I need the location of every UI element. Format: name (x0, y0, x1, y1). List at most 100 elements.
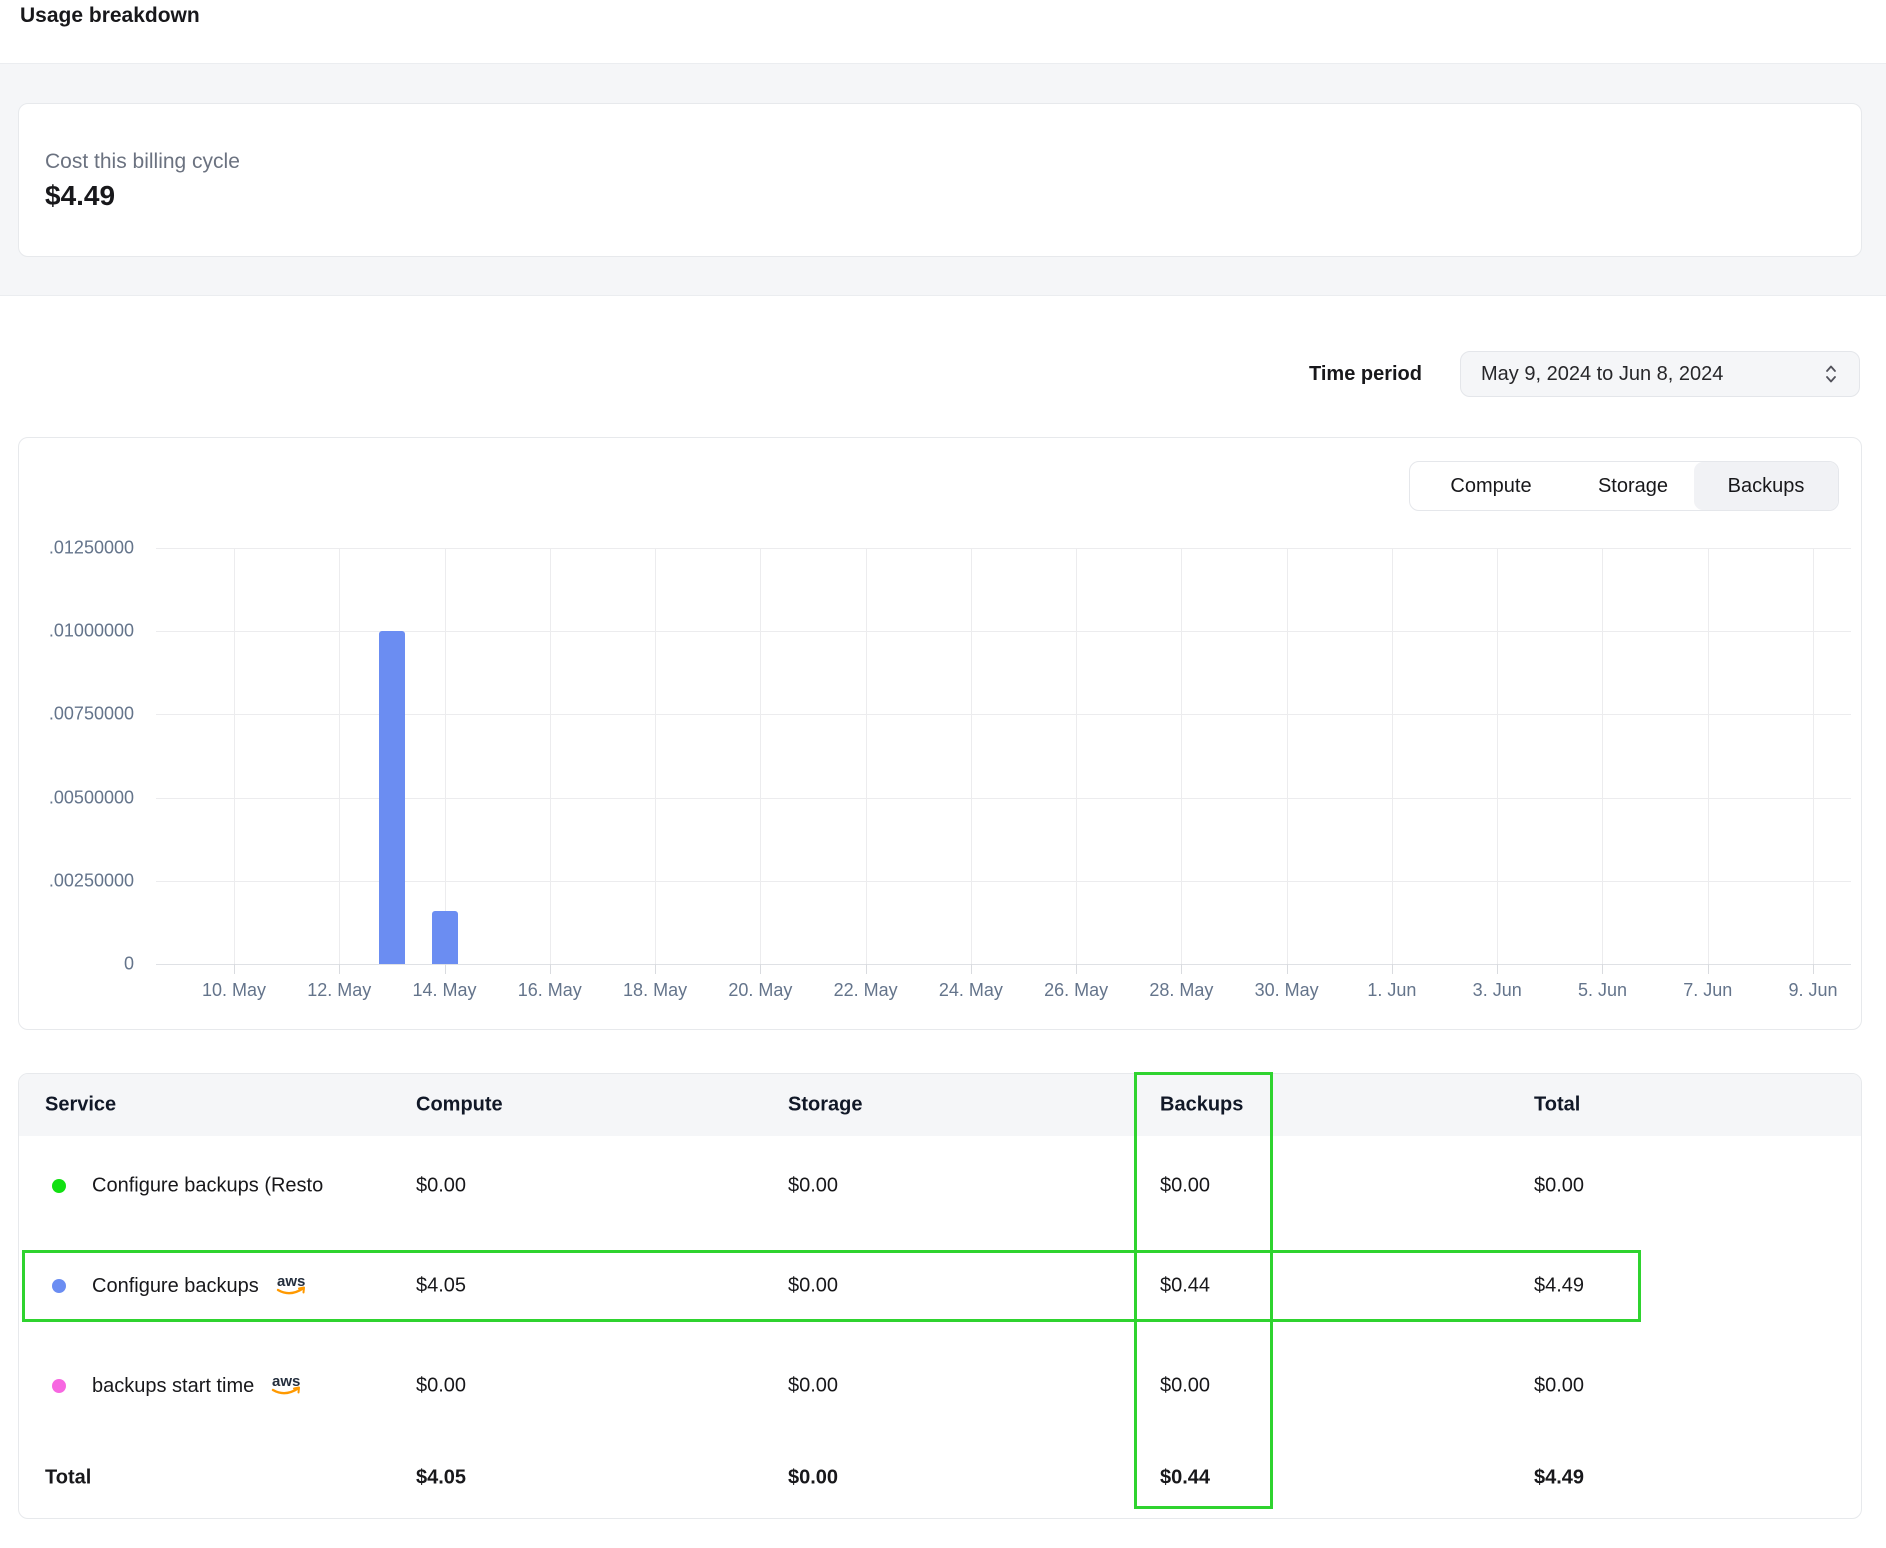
y-axis-tick-label: .01250000 (19, 538, 134, 559)
time-period-select[interactable]: May 9, 2024 to Jun 8, 2024 (1460, 351, 1860, 397)
y-axis-tick-label: 0 (19, 954, 134, 975)
x-axis-tickmark (234, 964, 235, 974)
table-row: Configure backups aws $4.05 $0.00 $0.44 … (19, 1236, 1861, 1336)
total-compute-value: $4.05 (416, 1467, 466, 1490)
x-axis-tick-label: 22. May (834, 980, 898, 1001)
cost-value: $4.49 (45, 179, 115, 213)
horizontal-gridline (156, 631, 1851, 632)
x-axis-tick-label: 7. Jun (1683, 980, 1732, 1001)
x-axis-tick-label: 9. Jun (1788, 980, 1837, 1001)
y-axis-tick-label: .00250000 (19, 870, 134, 891)
vertical-gridline (760, 548, 761, 964)
vertical-gridline (1813, 548, 1814, 964)
total-value: $0.00 (1534, 1175, 1584, 1198)
x-axis-tick-label: 3. Jun (1473, 980, 1522, 1001)
vertical-gridline (1392, 548, 1393, 964)
time-period-label: Time period (1102, 362, 1422, 386)
x-axis-tick-label: 1. Jun (1367, 980, 1416, 1001)
compute-value: $0.00 (416, 1375, 466, 1398)
service-name: Configure backups (Resto (92, 1175, 323, 1198)
compute-value: $0.00 (416, 1175, 466, 1198)
y-axis-tick-label: .00500000 (19, 787, 134, 808)
y-axis-tick-label: .00750000 (19, 704, 134, 725)
vertical-gridline (234, 548, 235, 964)
y-axis-tick-label: .01000000 (19, 621, 134, 642)
service-name: Configure backups (92, 1275, 259, 1298)
x-axis-tick-label: 18. May (623, 980, 687, 1001)
x-axis-tick-label: 5. Jun (1578, 980, 1627, 1001)
column-header-total: Total (1534, 1094, 1580, 1117)
total-total-value: $4.49 (1534, 1467, 1584, 1490)
vertical-gridline (1497, 548, 1498, 964)
backups-value: $0.00 (1160, 1375, 1210, 1398)
x-axis-tickmark (339, 964, 340, 974)
total-backups-value: $0.44 (1160, 1467, 1210, 1490)
horizontal-gridline (156, 798, 1851, 799)
x-axis-tickmark (1602, 964, 1603, 974)
vertical-gridline (1287, 548, 1288, 964)
backups-value: $0.00 (1160, 1175, 1210, 1198)
tab-compute[interactable]: Compute (1410, 462, 1572, 510)
vertical-gridline (1708, 548, 1709, 964)
x-axis-tick-label: 28. May (1149, 980, 1213, 1001)
chevron-up-down-icon (1823, 362, 1839, 386)
chart-metric-tabs: Compute Storage Backups (1409, 461, 1839, 511)
x-axis-tickmark (1076, 964, 1077, 974)
horizontal-gridline (156, 714, 1851, 715)
tab-storage[interactable]: Storage (1572, 462, 1694, 510)
backups-value: $0.44 (1160, 1275, 1210, 1298)
x-axis-tick-label: 26. May (1044, 980, 1108, 1001)
x-axis-tickmark (866, 964, 867, 974)
page-title: Usage breakdown (20, 4, 200, 28)
x-axis-tickmark (1181, 964, 1182, 974)
usage-breakdown-page: Usage breakdown Cost this billing cycle … (0, 0, 1886, 1548)
x-axis-tick-label: 14. May (413, 980, 477, 1001)
cost-summary-card: Cost this billing cycle $4.49 (18, 103, 1862, 257)
total-storage-value: $0.00 (788, 1467, 838, 1490)
column-header-storage: Storage (788, 1094, 862, 1117)
x-axis-tick-label: 16. May (518, 980, 582, 1001)
usage-bar (432, 911, 458, 964)
total-row-label: Total (45, 1467, 91, 1490)
x-axis-tickmark (1813, 964, 1814, 974)
total-value: $4.49 (1534, 1275, 1584, 1298)
x-axis-tickmark (550, 964, 551, 974)
x-axis-tickmark (1497, 964, 1498, 974)
table-row: backups start time aws $0.00 $0.00 $0.00… (19, 1336, 1861, 1436)
x-axis-tickmark (1392, 964, 1393, 974)
vertical-gridline (445, 548, 446, 964)
x-axis-tickmark (760, 964, 761, 974)
service-dot-icon (52, 1279, 66, 1293)
vertical-gridline (1076, 548, 1077, 964)
horizontal-gridline (156, 548, 1851, 549)
x-axis-tickmark (445, 964, 446, 974)
x-axis-tickmark (655, 964, 656, 974)
vertical-gridline (971, 548, 972, 964)
total-value: $0.00 (1534, 1375, 1584, 1398)
usage-chart-card: Compute Storage Backups .01250000 .010000… (18, 437, 1862, 1030)
x-axis-tick-label: 30. May (1255, 980, 1319, 1001)
table-header: Service Compute Storage Backups Total (19, 1074, 1861, 1136)
column-header-backups: Backups (1160, 1094, 1243, 1117)
service-name: backups start time (92, 1375, 254, 1398)
horizontal-gridline (156, 881, 1851, 882)
vertical-gridline (655, 548, 656, 964)
vertical-gridline (866, 548, 867, 964)
storage-value: $0.00 (788, 1375, 838, 1398)
cost-label: Cost this billing cycle (45, 149, 240, 175)
x-axis-tickmark (971, 964, 972, 974)
aws-logo-icon: aws (268, 1373, 304, 1399)
x-axis-tick-label: 24. May (939, 980, 1003, 1001)
table-total-row: Total $4.05 $0.00 $0.44 $4.49 (19, 1436, 1861, 1520)
storage-value: $0.00 (788, 1175, 838, 1198)
usage-table-card: Service Compute Storage Backups Total Co… (18, 1073, 1862, 1519)
x-axis-line (156, 964, 1851, 965)
vertical-gridline (1181, 548, 1182, 964)
table-row: Configure backups (Resto aws $0.00 $0.00… (19, 1136, 1861, 1236)
aws-logo-icon: aws (273, 1273, 309, 1299)
column-header-compute: Compute (416, 1094, 503, 1117)
x-axis-tickmark (1287, 964, 1288, 974)
vertical-gridline (1602, 548, 1603, 964)
x-axis-tick-label: 20. May (728, 980, 792, 1001)
tab-backups[interactable]: Backups (1694, 462, 1838, 510)
